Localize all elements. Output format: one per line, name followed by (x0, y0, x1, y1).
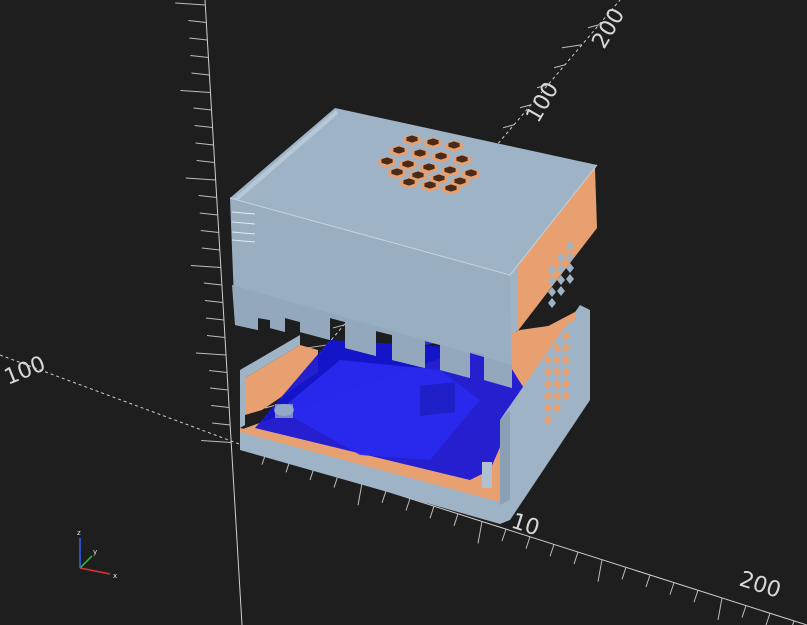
scene-canvas[interactable]: 100 200 10 200 100 x y z (0, 0, 807, 625)
tick-mark (200, 230, 219, 233)
tick-label-x200: 200 (736, 567, 784, 604)
gizmo-y-label: y (93, 548, 97, 556)
tick-mark (201, 247, 220, 251)
tick-mark (203, 282, 222, 286)
tick-mark (204, 300, 223, 303)
tick-label-y100: 100 (522, 78, 565, 127)
side-vent (548, 298, 556, 308)
tick-mark (190, 55, 209, 58)
tick-mark (502, 124, 515, 129)
tick-mark (741, 605, 747, 618)
tick-mark (693, 590, 699, 603)
tick-mark (175, 2, 206, 6)
tick-label-neg100: 100 (1, 352, 49, 391)
tick-mark (210, 387, 229, 391)
tick-mark (561, 44, 583, 49)
side-vent (557, 286, 565, 296)
tick-mark (180, 90, 211, 93)
tick-mark (381, 490, 387, 504)
tick-mark (645, 574, 651, 588)
tick-mark (195, 142, 214, 146)
tick-mark (792, 620, 795, 625)
tick-mark (191, 72, 210, 76)
tick-mark (193, 107, 212, 111)
tick-mark (212, 422, 231, 426)
tick-mark (765, 613, 771, 625)
tick-mark (553, 64, 566, 69)
tick-mark (196, 160, 215, 163)
tick-mark (199, 212, 218, 216)
tick-mark (188, 20, 207, 23)
gizmo-z-label: z (77, 529, 81, 537)
tick-label-y200: 200 (588, 4, 631, 53)
tick-mark (549, 544, 555, 557)
tick-mark (453, 513, 459, 526)
tick-mark (405, 498, 411, 511)
3d-viewport[interactable]: 100 200 10 200 100 x y z (0, 0, 807, 625)
tick-mark (597, 559, 603, 582)
tick-mark (198, 195, 217, 198)
tick-mark (208, 370, 228, 373)
tick-mark (501, 528, 507, 542)
tick-mark (185, 177, 216, 181)
tick-mark (206, 335, 226, 338)
tick-mark (573, 551, 579, 565)
tick-mark (669, 582, 675, 595)
tick-mark (357, 483, 363, 506)
tick-mark (211, 405, 230, 408)
gizmo-x-label: x (113, 572, 117, 580)
tick-mark (332, 324, 345, 329)
tick-mark (195, 352, 227, 356)
side-vent (566, 274, 574, 284)
tick-mark (717, 597, 723, 621)
tick-mark (477, 521, 483, 544)
tick-mark (201, 440, 232, 443)
tick-mark (205, 317, 224, 321)
tick-mark (194, 125, 213, 128)
tick-mark (621, 567, 627, 580)
tick-mark (429, 506, 435, 519)
tick-mark (190, 265, 221, 268)
tick-mark (189, 37, 208, 41)
axis-gizmo: x y z (77, 529, 117, 580)
